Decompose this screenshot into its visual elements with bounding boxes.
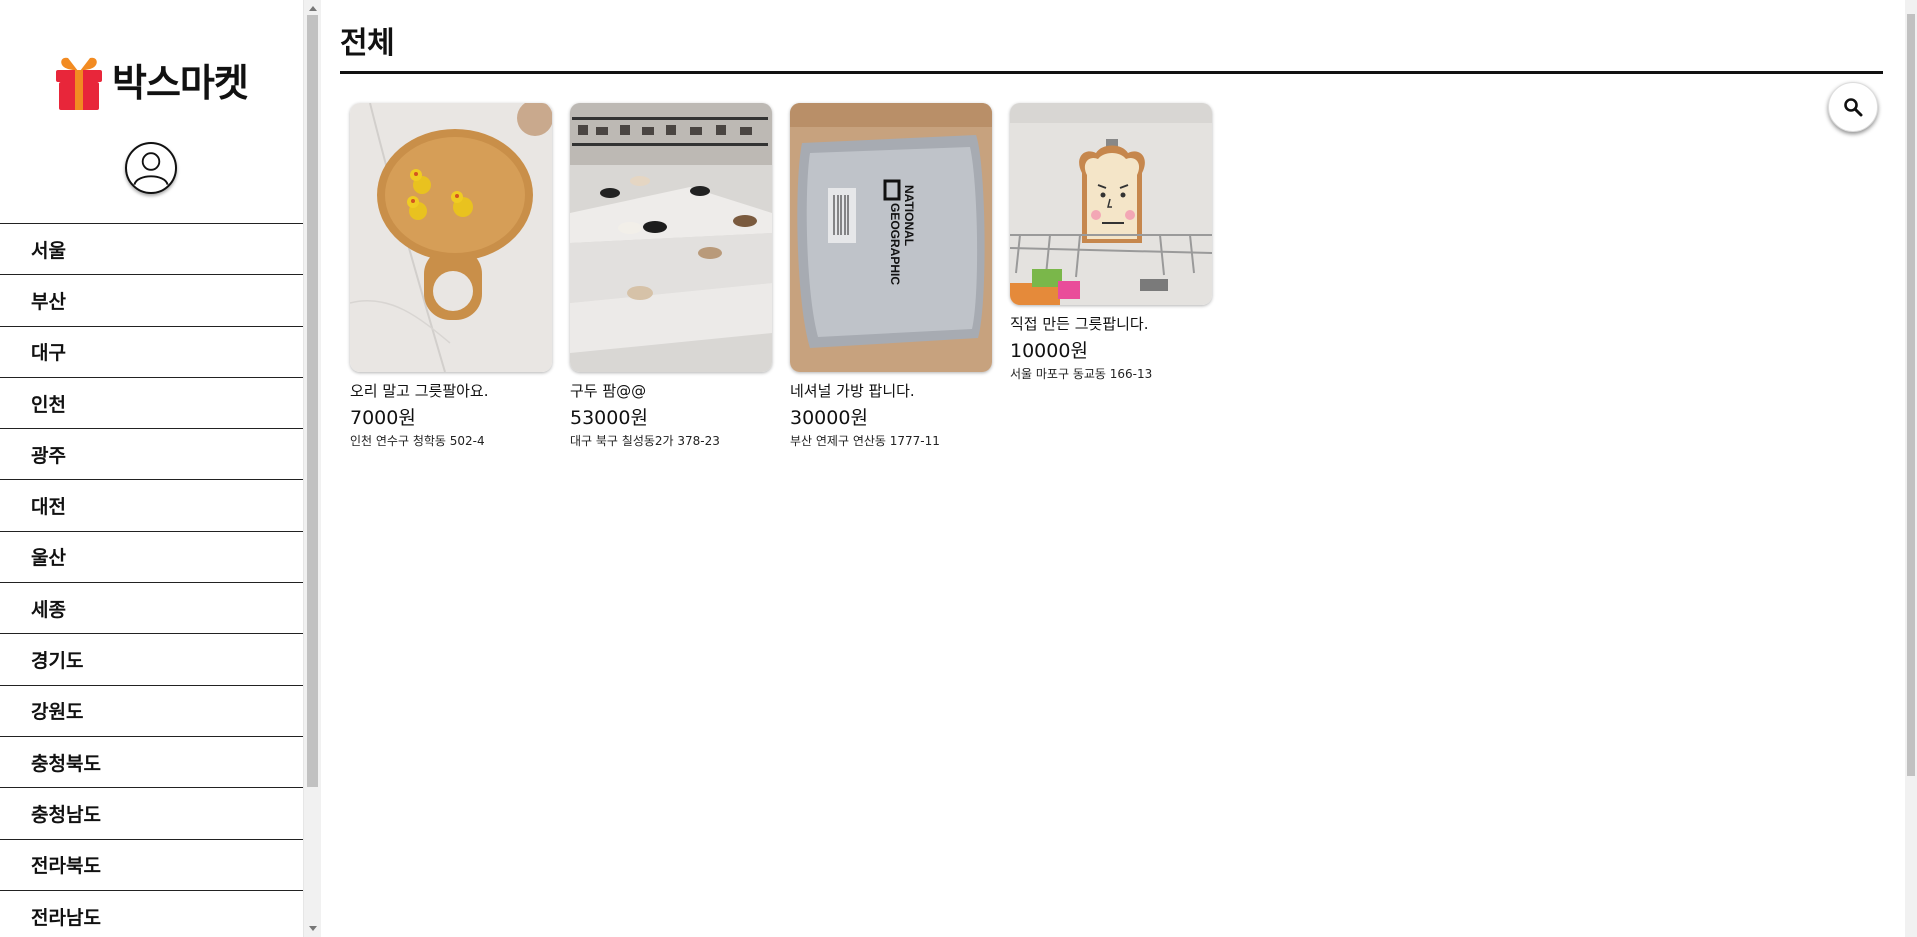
product-location: 서울 마포구 동교동 166-13 [1010,367,1153,382]
product-location: 대구 북구 칠성동2가 378-23 [570,434,720,449]
product-title[interactable]: 직접 만든 그릇팝니다. [1010,315,1212,335]
page-scrollbar[interactable] [1905,0,1917,937]
product-card[interactable]: NATIONAL GEOGRAPHIC 네셔널 가방 팝니다. 30000원 부… [790,103,992,450]
product-price: 30000원 [790,406,868,429]
region-item-gyeonggi[interactable]: 경기도 [0,633,303,684]
region-item-gwangju[interactable]: 광주 [0,428,303,479]
title-divider [340,71,1883,74]
region-item-incheon[interactable]: 인천 [0,376,303,428]
product-location: 부산 연제구 연산동 1777-11 [790,434,940,449]
region-item-ulsan[interactable]: 울산 [0,530,303,582]
product-title[interactable]: 구두 팜@@ [570,382,772,402]
product-grid: 오리 말고 그릇팔아요. 7000원 인천 연수구 청학동 502-4 구두 팜… [350,103,1230,450]
region-item-daegu[interactable]: 대구 [0,325,303,377]
product-location: 인천 연수구 청학동 502-4 [350,434,485,449]
product-price: 53000원 [570,406,648,429]
product-image-ducks[interactable] [350,103,552,372]
region-item-jeonnam[interactable]: 전라남도 [0,889,303,937]
scroll-up-arrow-icon[interactable] [309,6,317,11]
product-image-shoes[interactable] [570,103,772,372]
svg-text:NATIONAL: NATIONAL [902,185,916,246]
sidebar: 박스마켓 서울 부산 대구 인천 광주 대전 울산 세종 경기도 강원도 충청북… [0,0,303,937]
svg-text:GEOGRAPHIC: GEOGRAPHIC [888,203,902,285]
region-item-gangwon[interactable]: 강원도 [0,684,303,736]
region-item-sejong[interactable]: 세종 [0,582,303,633]
region-item-daejeon[interactable]: 대전 [0,479,303,530]
product-image-toast-dish[interactable] [1010,103,1212,305]
search-icon [1844,98,1863,117]
page-title: 전체 [340,26,395,61]
main-content: 전체 오리 말고 그릇팔아요. 7000원 인천 연수구 청학동 502-4 구… [321,0,1905,937]
page-scroll-thumb[interactable] [1907,14,1915,776]
product-title[interactable]: 네셔널 가방 팝니다. [790,382,992,402]
region-item-busan[interactable]: 부산 [0,274,303,325]
region-item-chungbuk[interactable]: 충청북도 [0,735,303,787]
brand-name: 박스마켓 [112,61,249,105]
region-item-jeonbuk[interactable]: 전라북도 [0,838,303,890]
product-price: 10000원 [1010,339,1088,362]
user-avatar-icon[interactable] [125,142,177,194]
region-item-seoul[interactable]: 서울 [0,223,303,274]
region-list: 서울 부산 대구 인천 광주 대전 울산 세종 경기도 강원도 충청북도 충청남… [0,223,303,937]
region-item-chungnam[interactable]: 충청남도 [0,787,303,838]
app: 박스마켓 서울 부산 대구 인천 광주 대전 울산 세종 경기도 강원도 충청북… [0,0,1917,937]
product-card[interactable]: 구두 팜@@ 53000원 대구 북구 칠성동2가 378-23 [570,103,772,450]
sidebar-scroll-thumb[interactable] [307,15,318,787]
search-button[interactable] [1828,82,1878,132]
product-card[interactable]: 직접 만든 그릇팝니다. 10000원 서울 마포구 동교동 166-13 [1010,103,1212,383]
product-price: 7000원 [350,406,416,429]
product-image-bag[interactable]: NATIONAL GEOGRAPHIC [790,103,992,372]
product-title[interactable]: 오리 말고 그릇팔아요. [350,382,552,402]
brand-logo[interactable]: 박스마켓 [54,54,249,112]
product-card[interactable]: 오리 말고 그릇팔아요. 7000원 인천 연수구 청학동 502-4 [350,103,552,450]
scroll-down-arrow-icon[interactable] [309,926,317,931]
sidebar-scrollbar[interactable] [303,0,321,937]
gift-box-icon [56,57,102,110]
